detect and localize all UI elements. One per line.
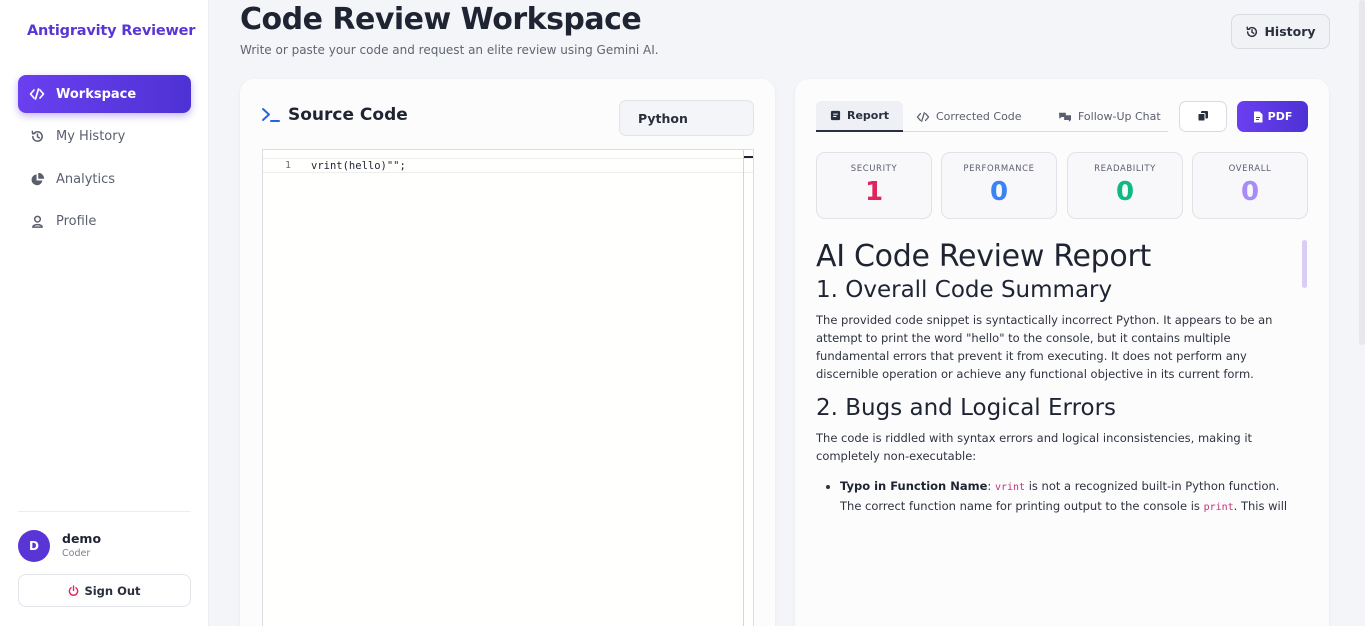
- metric-card-security: SECURITY 1: [816, 152, 932, 219]
- sidebar-divider: [18, 511, 191, 512]
- review-panel: Report Corrected Code Follow-Up Chat PDF…: [795, 79, 1329, 626]
- metric-value: 0: [1115, 177, 1135, 207]
- language-select[interactable]: Python: [619, 100, 754, 136]
- terminal-icon: [261, 106, 281, 124]
- sign-out-button[interactable]: Sign Out: [18, 574, 191, 607]
- inline-code: print: [1203, 502, 1234, 513]
- editor-overview-ruler: [743, 150, 744, 626]
- file-icon: [1253, 111, 1263, 123]
- source-code-title-label: Source Code: [288, 105, 408, 125]
- sidebar: Antigravity Reviewer Workspace My Histor…: [0, 0, 209, 626]
- page-title: Code Review Workspace: [240, 2, 642, 37]
- sidebar-item-my-history[interactable]: My History: [18, 117, 191, 155]
- metric-card-performance: PERFORMANCE 0: [941, 152, 1057, 219]
- bullet-text: . This will: [1233, 499, 1288, 513]
- metric-label: PERFORMANCE: [963, 164, 1035, 174]
- user-name: demo: [62, 531, 102, 546]
- sidebar-item-label: My History: [56, 128, 126, 144]
- line-number: 1: [285, 160, 292, 171]
- tab-label: Corrected Code: [936, 110, 1022, 123]
- review-report[interactable]: AI Code Review Report 1. Overall Code Su…: [816, 239, 1301, 532]
- sidebar-item-label: Workspace: [56, 86, 137, 102]
- code-icon: [916, 111, 930, 123]
- metric-card-readability: READABILITY 0: [1067, 152, 1183, 219]
- history-icon: [1245, 25, 1259, 39]
- report-paragraph: The code is riddled with syntax errors a…: [816, 431, 1253, 463]
- metric-card-overall: OVERALL 0: [1192, 152, 1308, 219]
- report-title: AI Code Review Report: [816, 239, 1151, 274]
- tab-label: Follow-Up Chat: [1078, 110, 1161, 123]
- report-scrollbar[interactable]: [1302, 240, 1307, 288]
- sidebar-item-workspace[interactable]: Workspace: [18, 75, 191, 113]
- sign-out-label: Sign Out: [84, 583, 141, 598]
- page-subtitle: Write or paste your code and request an …: [240, 43, 659, 57]
- metric-value: 1: [864, 177, 884, 207]
- editor-line: 1 vrint(hello)"";: [263, 158, 753, 173]
- user-role: Coder: [62, 548, 91, 559]
- history-button-label: History: [1264, 24, 1316, 39]
- brand-logo[interactable]: Antigravity Reviewer: [27, 23, 195, 39]
- metric-label: OVERALL: [1228, 164, 1272, 174]
- code-editor[interactable]: 1 vrint(hello)"";: [262, 149, 754, 626]
- export-pdf-button[interactable]: PDF: [1237, 101, 1308, 132]
- sidebar-item-profile[interactable]: Profile: [18, 202, 191, 240]
- editor-cursor-marker: [744, 156, 753, 158]
- pie-chart-icon: [28, 170, 46, 188]
- history-icon: [28, 127, 46, 145]
- metric-value: 0: [989, 177, 1009, 207]
- review-tabs: Report Corrected Code Follow-Up Chat: [816, 101, 1168, 132]
- copy-icon: [1197, 107, 1209, 126]
- document-icon: [830, 110, 841, 121]
- sidebar-item-label: Profile: [56, 213, 97, 229]
- bullet-colon: :: [987, 479, 992, 493]
- sidebar-item-label: Analytics: [56, 171, 116, 187]
- tab-corrected-code[interactable]: Corrected Code: [916, 101, 1022, 132]
- sidebar-item-analytics[interactable]: Analytics: [18, 160, 191, 198]
- tab-label: Report: [847, 109, 890, 122]
- report-section-heading: 1. Overall Code Summary: [816, 277, 1113, 303]
- history-button[interactable]: History: [1231, 14, 1330, 49]
- source-code-title: Source Code: [261, 105, 408, 125]
- bullet-heading: Typo in Function Name: [840, 479, 988, 493]
- page-scrollbar[interactable]: [1359, 0, 1365, 345]
- chat-icon: [1058, 111, 1072, 123]
- report-bullet-list: Typo in Function Name: vrint is not a re…: [816, 477, 1301, 517]
- tab-follow-up-chat[interactable]: Follow-Up Chat: [1058, 101, 1161, 132]
- list-item: Typo in Function Name: vrint is not a re…: [840, 477, 1301, 517]
- inline-code: vrint: [994, 482, 1026, 493]
- user-icon: [28, 212, 46, 230]
- metric-label: SECURITY: [850, 164, 898, 174]
- code-icon: [28, 85, 46, 103]
- tab-report[interactable]: Report: [816, 101, 904, 132]
- report-paragraph: The provided code snippet is syntactical…: [816, 313, 1273, 381]
- source-code-panel: Source Code Python 1 vrint(hello)"";: [240, 79, 775, 626]
- copy-button[interactable]: [1179, 101, 1227, 132]
- code-line[interactable]: vrint(hello)"";: [311, 160, 406, 172]
- metric-label: READABILITY: [1094, 164, 1156, 174]
- avatar[interactable]: D: [18, 530, 50, 562]
- pdf-button-label: PDF: [1267, 110, 1293, 123]
- metric-value: 0: [1240, 177, 1260, 207]
- report-section-heading: 2. Bugs and Logical Errors: [816, 395, 1117, 421]
- power-icon: [68, 585, 79, 596]
